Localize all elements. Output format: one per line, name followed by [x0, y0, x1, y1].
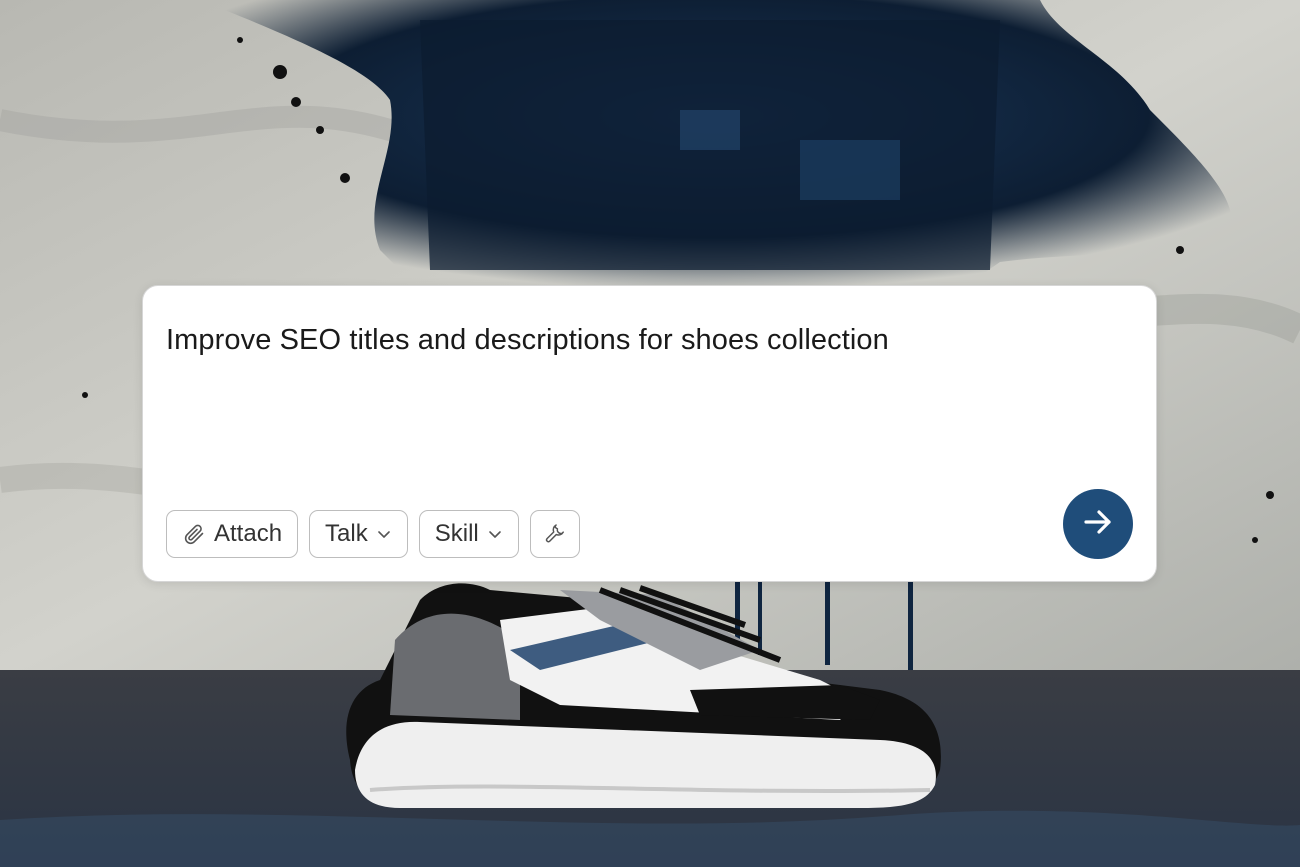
- skill-dropdown[interactable]: Skill: [418, 510, 519, 558]
- chevron-down-icon: [487, 526, 503, 542]
- composer-toolbar: Attach Talk Skill: [166, 510, 580, 558]
- talk-label: Talk: [325, 520, 368, 547]
- arrow-right-icon: [1078, 502, 1118, 547]
- talk-dropdown[interactable]: Talk: [309, 510, 408, 558]
- send-button[interactable]: [1063, 489, 1133, 559]
- tools-button[interactable]: [529, 510, 580, 558]
- wrench-icon: [544, 523, 566, 545]
- attach-label: Attach: [214, 520, 283, 547]
- paperclip-icon: [182, 522, 206, 546]
- skill-label: Skill: [434, 520, 479, 547]
- attach-button[interactable]: Attach: [166, 510, 299, 558]
- prompt-composer: Improve SEO titles and descriptions for …: [142, 285, 1157, 582]
- prompt-input[interactable]: Improve SEO titles and descriptions for …: [166, 322, 1126, 358]
- chevron-down-icon: [376, 526, 392, 542]
